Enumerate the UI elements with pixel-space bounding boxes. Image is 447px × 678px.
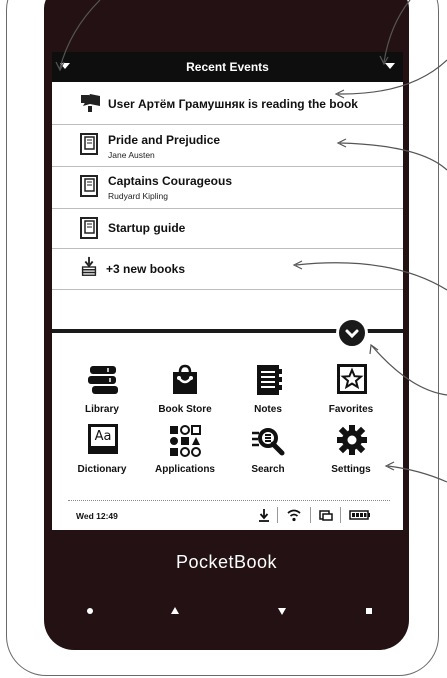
app-book-store[interactable]: Book Store bbox=[143, 364, 227, 420]
download-status-icon[interactable] bbox=[258, 508, 270, 522]
tasks-icon[interactable] bbox=[319, 508, 333, 522]
app-dictionary[interactable]: Aa Dictionary bbox=[60, 424, 144, 480]
event-title: Pride and Prejudice bbox=[108, 133, 221, 147]
device-brand: PocketBook bbox=[175, 552, 278, 572]
triangle-down-icon bbox=[278, 608, 286, 615]
event-item-book[interactable]: Pride and Prejudice Jane Austen bbox=[52, 124, 403, 167]
event-item-new-books[interactable]: +3 new books bbox=[52, 248, 403, 290]
bookstore-icon bbox=[173, 364, 197, 394]
app-label: Applications bbox=[154, 464, 215, 475]
app-label: Favorites bbox=[328, 404, 374, 415]
favorites-icon bbox=[337, 364, 367, 394]
chevron-down-icon bbox=[345, 329, 359, 339]
status-separator bbox=[277, 507, 278, 523]
battery-icon[interactable] bbox=[349, 508, 371, 522]
notes-icon bbox=[257, 365, 282, 395]
dictionary-icon: Aa bbox=[88, 424, 118, 454]
right-corner-arrow-icon[interactable] bbox=[385, 63, 395, 69]
app-applications[interactable]: Applications bbox=[143, 424, 227, 480]
app-label: Search bbox=[251, 464, 285, 475]
app-notes[interactable]: Notes bbox=[226, 364, 310, 420]
status-time: Wed 12:49 bbox=[76, 511, 118, 521]
app-library[interactable]: Library bbox=[60, 364, 144, 420]
wifi-icon[interactable] bbox=[287, 508, 301, 522]
app-label: Book Store bbox=[158, 404, 212, 415]
book-icon bbox=[80, 175, 98, 197]
app-label: Dictionary bbox=[77, 464, 127, 475]
hardware-home-button[interactable] bbox=[83, 604, 97, 618]
app-label: Library bbox=[85, 404, 119, 415]
settings-icon bbox=[337, 425, 367, 455]
event-subtitle: Jane Austen bbox=[108, 150, 155, 160]
screen: Recent Events User Артём Грамушняк is re… bbox=[52, 52, 403, 530]
status-bar: Wed 12:49 bbox=[68, 500, 390, 529]
expand-button[interactable] bbox=[336, 317, 368, 349]
event-item-user-reading[interactable]: User Артём Грамушняк is reading the book bbox=[52, 82, 403, 125]
applications-icon bbox=[170, 425, 201, 457]
app-settings[interactable]: Settings bbox=[309, 424, 393, 480]
event-title: User Артём Грамушняк is reading the book bbox=[108, 97, 358, 111]
app-label: Notes bbox=[254, 404, 282, 415]
app-label: Settings bbox=[331, 464, 371, 475]
app-search[interactable]: Search bbox=[226, 424, 310, 480]
hardware-menu-button[interactable] bbox=[362, 604, 376, 618]
library-icon bbox=[88, 366, 118, 394]
event-subtitle: Rudyard Kipling bbox=[108, 191, 169, 201]
status-separator bbox=[340, 507, 341, 523]
square-icon bbox=[366, 608, 372, 614]
search-icon bbox=[252, 428, 285, 456]
app-favorites[interactable]: Favorites bbox=[309, 364, 393, 420]
event-title: +3 new books bbox=[106, 262, 186, 276]
triangle-up-icon bbox=[171, 607, 179, 614]
event-title: Captains Courageous bbox=[108, 174, 233, 188]
page-title: Recent Events bbox=[186, 60, 269, 74]
hardware-down-button[interactable] bbox=[275, 604, 289, 618]
event-item-book[interactable]: Captains Courageous Rudyard Kipling bbox=[52, 166, 403, 209]
book-icon bbox=[80, 133, 98, 155]
event-item-book[interactable]: Startup guide bbox=[52, 208, 403, 249]
hardware-up-button[interactable] bbox=[168, 604, 182, 618]
book-icon bbox=[80, 217, 98, 239]
event-title: Startup guide bbox=[108, 221, 186, 235]
top-bar: Recent Events bbox=[52, 52, 403, 82]
status-separator bbox=[310, 507, 311, 523]
download-icon bbox=[81, 256, 97, 276]
dictionary-glyph: Aa bbox=[91, 427, 115, 446]
user-book-icon bbox=[81, 94, 100, 112]
dot-icon bbox=[87, 608, 93, 614]
